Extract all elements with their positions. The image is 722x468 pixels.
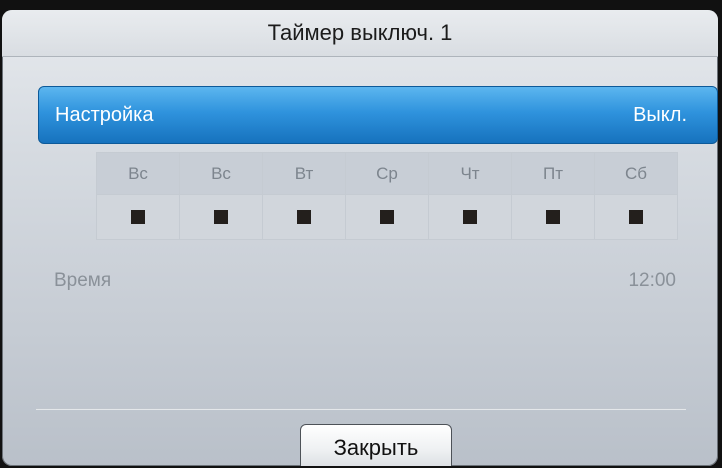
day-checkbox[interactable] bbox=[428, 194, 512, 240]
day-header: Вс bbox=[179, 151, 263, 196]
checkbox-square-icon bbox=[629, 209, 643, 224]
day-header: Ср bbox=[345, 151, 429, 196]
day-header: Вс bbox=[96, 151, 180, 196]
day-checkbox[interactable] bbox=[179, 194, 263, 240]
day-checkbox[interactable] bbox=[345, 194, 429, 240]
divider bbox=[36, 408, 686, 409]
day-header: Пт bbox=[511, 151, 595, 196]
close-button[interactable]: Закрыть bbox=[300, 424, 452, 466]
day-header: Чт bbox=[428, 151, 512, 196]
off-timer-dialog: Таймер выключ. 1 Настройка Выкл. Вс Вс В… bbox=[2, 10, 718, 466]
checkbox-square-icon bbox=[463, 209, 477, 224]
setup-row[interactable]: Настройка Выкл. bbox=[38, 86, 718, 144]
day-checkbox[interactable] bbox=[96, 194, 180, 240]
setup-label: Настройка bbox=[55, 104, 154, 126]
checkbox-square-icon bbox=[546, 209, 560, 224]
days-grid: Вс Вс Вт Ср Чт Пт Сб bbox=[96, 151, 678, 240]
checkbox-square-icon bbox=[297, 209, 311, 224]
day-checkbox[interactable] bbox=[262, 194, 346, 240]
setup-value: Выкл. bbox=[633, 104, 687, 126]
time-label: Время bbox=[54, 270, 112, 291]
tv-screen: Таймер выключ. 1 Настройка Выкл. Вс Вс В… bbox=[0, 0, 722, 468]
checkbox-square-icon bbox=[214, 209, 228, 224]
day-header: Сб bbox=[594, 151, 678, 196]
day-checkbox[interactable] bbox=[594, 194, 678, 240]
dialog-title: Таймер выключ. 1 bbox=[2, 10, 718, 57]
time-value[interactable]: 12:00 bbox=[628, 270, 676, 292]
day-header: Вт bbox=[262, 151, 346, 196]
day-checkbox[interactable] bbox=[511, 194, 595, 240]
checkbox-square-icon bbox=[380, 209, 394, 224]
checkbox-square-icon bbox=[131, 209, 145, 224]
